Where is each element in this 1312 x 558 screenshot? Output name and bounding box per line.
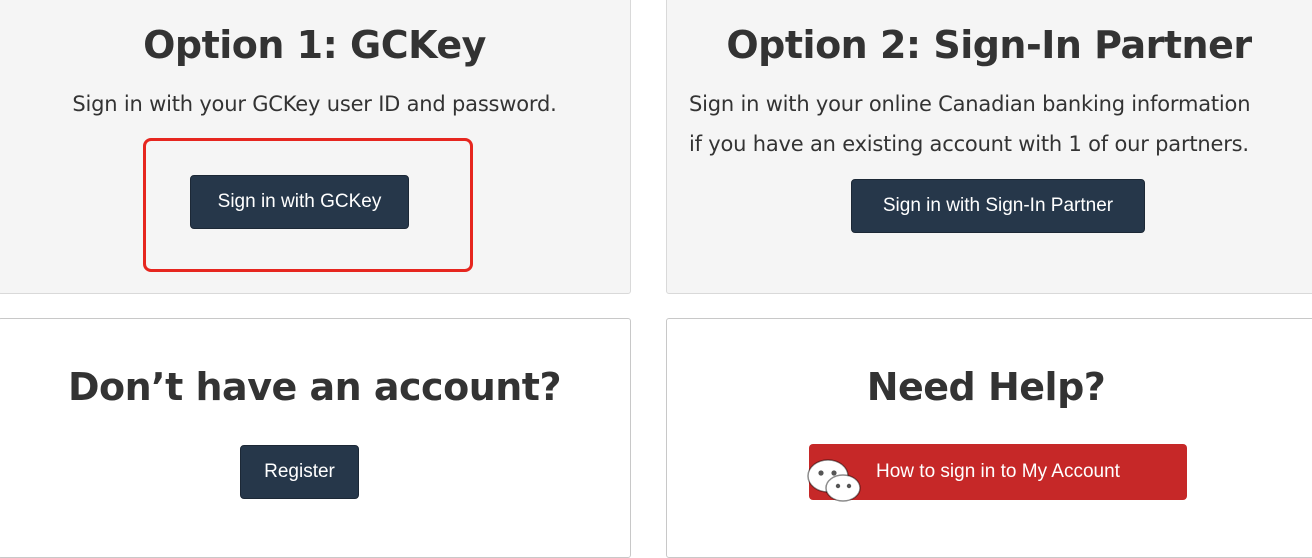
wechat-icon	[807, 459, 861, 502]
help-panel: Need Help? How to sign in to My Account	[666, 318, 1312, 558]
register-button[interactable]: Register	[240, 445, 359, 499]
help-heading: Need Help?	[866, 365, 1106, 409]
option2-panel: Option 2: Sign-In Partner Sign in with y…	[666, 0, 1312, 294]
watermark	[806, 453, 876, 509]
option1-description: Sign in with your GCKey user ID and pass…	[72, 92, 557, 116]
option2-description-line2: if you have an existing account with 1 o…	[689, 132, 1249, 156]
option2-description-line1: Sign in with your online Canadian bankin…	[689, 92, 1251, 116]
option2-heading: Option 2: Sign-In Partner	[726, 23, 1252, 67]
sign-in-partner-button[interactable]: Sign in with Sign-In Partner	[851, 179, 1145, 233]
option1-heading: Option 1: GCKey	[143, 23, 486, 67]
register-heading: Don’t have an account?	[67, 365, 562, 409]
register-panel: Don’t have an account? Register	[0, 318, 631, 558]
highlight-box	[143, 138, 473, 272]
